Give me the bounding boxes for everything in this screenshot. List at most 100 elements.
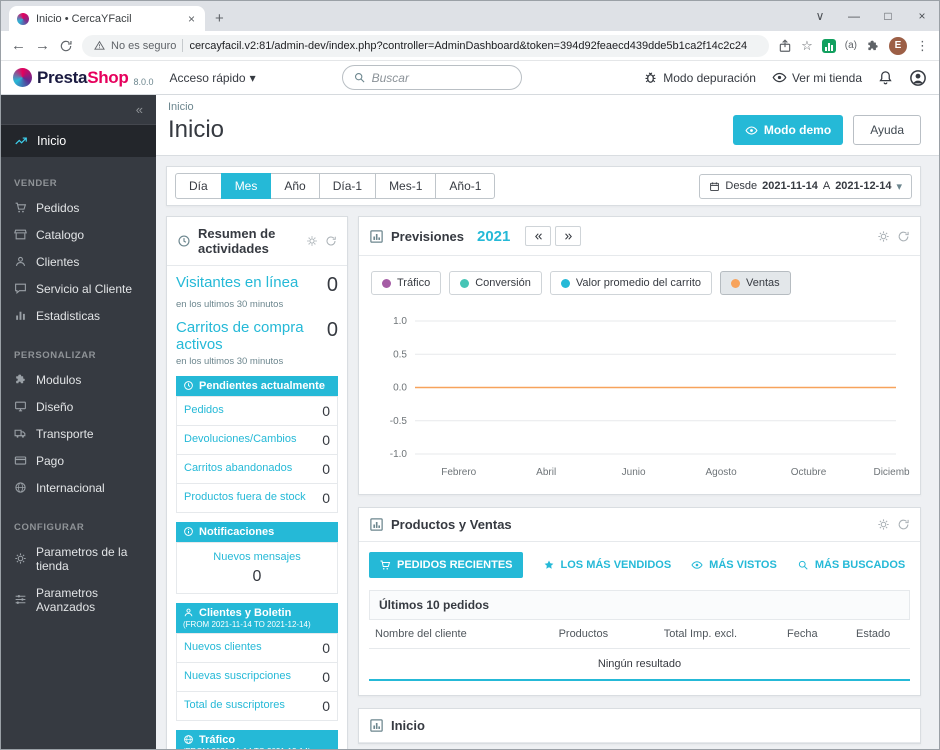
minimize-button[interactable]: — — [837, 9, 871, 23]
sidebar-item-catalogo[interactable]: Catalogo — [1, 221, 156, 248]
sidebar-item-estadisticas[interactable]: Estadisticas — [1, 302, 156, 329]
gear-icon[interactable] — [877, 230, 890, 243]
orders-cart-icon — [379, 559, 391, 571]
gear-icon[interactable] — [877, 518, 890, 531]
range-dia-1-button[interactable]: Día-1 — [318, 173, 377, 199]
legend-conversion[interactable]: Conversión — [449, 271, 542, 295]
forecast-next-button[interactable] — [555, 226, 582, 246]
range-mes-1-button[interactable]: Mes-1 — [375, 173, 437, 199]
new-tab-button[interactable]: + — [205, 10, 234, 31]
quick-access-dropdown[interactable]: Acceso rápido ▾ — [170, 71, 256, 85]
not-secure-warning-icon — [94, 40, 105, 51]
range-dia-button[interactable]: Día — [175, 173, 222, 199]
sidebar-item-servicio-al-cliente[interactable]: Servicio al Cliente — [1, 275, 156, 302]
sidebar-item-parametros-avanzados[interactable]: Parametros Avanzados — [1, 579, 156, 620]
range-mes-button[interactable]: Mes — [220, 173, 272, 199]
extensions-puzzle-icon[interactable] — [866, 39, 880, 53]
sidebar-collapse-button[interactable]: « — [1, 95, 156, 125]
products-sales-card: Productos y Ventas PEDIDOS RECIENTES LOS… — [358, 507, 921, 696]
notifications-bell-icon[interactable] — [878, 70, 893, 85]
refresh-icon[interactable] — [325, 235, 337, 247]
reload-button[interactable] — [59, 39, 73, 53]
legend-dot-valor-promedio — [560, 278, 570, 288]
extension-a-badge[interactable]: (a) — [845, 40, 857, 51]
browser-tab[interactable]: Inicio • CercaYFacil × — [9, 6, 205, 31]
pending-row-pedidos[interactable]: Pedidos 0 — [176, 395, 338, 426]
notifications-row-nuevos-mensajes[interactable]: Nuevos mensajes 0 — [176, 541, 338, 594]
url-box[interactable]: No es seguro cercayfacil.v2:81/admin-dev… — [82, 34, 770, 57]
legend-valor-promedio[interactable]: Valor promedio del carrito — [549, 271, 712, 295]
tab-close-icon[interactable]: × — [186, 12, 197, 26]
eye-icon — [772, 70, 787, 85]
legend-ventas[interactable]: Ventas — [720, 271, 791, 295]
maximize-button[interactable]: □ — [871, 9, 905, 23]
customers-row-nuevas-suscripciones[interactable]: Nuevas suscripciones 0 — [176, 661, 338, 692]
sidebar-section-vender: VENDER Pedidos Catalogo Clientes Servici… — [1, 170, 156, 329]
security-label[interactable]: No es seguro — [111, 40, 176, 52]
browser-menu-icon[interactable]: ⋮ — [916, 38, 929, 54]
back-button[interactable]: ← — [11, 38, 26, 53]
account-icon[interactable] — [909, 69, 927, 87]
range-ano-button[interactable]: Año — [270, 173, 320, 199]
search-input[interactable] — [371, 70, 511, 85]
gear-icon[interactable] — [306, 235, 318, 247]
prestashop-logo[interactable]: PrestaShop 8.0.0 — [13, 68, 154, 88]
eye-icon — [691, 559, 703, 571]
bookmark-star-icon[interactable]: ☆ — [801, 38, 813, 54]
stats-bars-icon — [14, 309, 27, 322]
international-globe-icon — [14, 481, 27, 494]
forward-button[interactable]: → — [35, 38, 50, 53]
tab-pedidos-recientes[interactable]: PEDIDOS RECIENTES — [369, 552, 523, 578]
empty-result-text: Ningún resultado — [369, 648, 910, 681]
orders-cart-icon — [14, 201, 27, 214]
sidebar-item-parametros-tienda[interactable]: Parametros de la tienda — [1, 538, 156, 579]
view-shop-button[interactable]: Ver mi tienda — [772, 70, 862, 85]
extension-green-icon[interactable] — [821, 38, 836, 53]
svg-text:Agosto: Agosto — [706, 467, 738, 478]
legend-trafico[interactable]: Tráfico — [371, 271, 442, 295]
chart-icon — [369, 517, 384, 532]
header-search[interactable] — [341, 65, 522, 90]
active-carts-count: 0 — [326, 319, 338, 341]
window-close-button[interactable]: × — [905, 9, 939, 23]
pending-row-fuera-de-stock[interactable]: Productos fuera de stock 0 — [176, 482, 338, 513]
active-carts-link[interactable]: Carritos de compra activos 0 — [176, 319, 338, 354]
sidebar-item-modulos[interactable]: Modulos — [1, 366, 156, 393]
demo-mode-button[interactable]: Modo demo — [732, 115, 844, 145]
customers-row-total-suscriptores[interactable]: Total de suscriptores 0 — [176, 690, 338, 721]
sidebar-item-clientes[interactable]: Clientes — [1, 248, 156, 275]
prestashop-header: PrestaShop 8.0.0 Acceso rápido ▾ Modo de… — [1, 61, 939, 95]
sidebar-item-inicio[interactable]: Inicio — [1, 125, 156, 157]
refresh-icon[interactable] — [897, 230, 910, 243]
sidebar-item-pago[interactable]: Pago — [1, 447, 156, 474]
pending-row-carritos-abandonados[interactable]: Carritos abandonados 0 — [176, 453, 338, 484]
customers-row-nuevos-clientes[interactable]: Nuevos clientes 0 — [176, 632, 338, 663]
browser-profile-avatar[interactable]: E — [889, 36, 907, 55]
tab-search-icon[interactable]: ∨ — [803, 9, 837, 23]
refresh-icon[interactable] — [897, 518, 910, 531]
col-productos: Productos — [534, 620, 633, 649]
sidebar-item-internacional[interactable]: Internacional — [1, 474, 156, 501]
pending-row-devoluciones[interactable]: Devoluciones/Cambios 0 — [176, 424, 338, 455]
debug-mode-button[interactable]: Modo depuración — [643, 70, 756, 85]
range-ano-1-button[interactable]: Año-1 — [435, 173, 496, 199]
sidebar-item-diseno[interactable]: Diseño — [1, 393, 156, 420]
forecast-prev-button[interactable] — [525, 226, 552, 246]
tab-los-mas-vendidos[interactable]: LOS MÁS VENDIDOS — [543, 559, 671, 571]
share-icon[interactable] — [778, 39, 792, 53]
online-visitors-sub: en los ultimos 30 minutos — [176, 299, 284, 310]
tab-mas-buscados[interactable]: MÁS BUSCADOS — [797, 559, 905, 571]
sidebar-item-transporte[interactable]: Transporte — [1, 420, 156, 447]
page-header: Inicio Inicio Modo demo Ayuda — [156, 95, 939, 156]
double-chevron-right-icon — [563, 231, 574, 242]
svg-text:-0.5: -0.5 — [390, 416, 408, 427]
url-text[interactable]: cercayfacil.v2:81/admin-dev/index.php?co… — [189, 40, 747, 52]
bug-icon — [643, 70, 658, 85]
date-range-picker[interactable]: Desde 2021-11-14 A 2021-12-14 ▾ — [699, 173, 912, 199]
orders-table: Nombre del cliente Productos Total Imp. … — [369, 620, 910, 681]
tab-mas-vistos[interactable]: MÁS VISTOS — [691, 559, 777, 571]
sidebar-item-pedidos[interactable]: Pedidos — [1, 194, 156, 221]
help-button[interactable]: Ayuda — [853, 115, 921, 145]
online-visitors-link[interactable]: Visitantes en línea 0 — [176, 274, 338, 297]
bottom-card-title: Inicio — [391, 718, 425, 733]
